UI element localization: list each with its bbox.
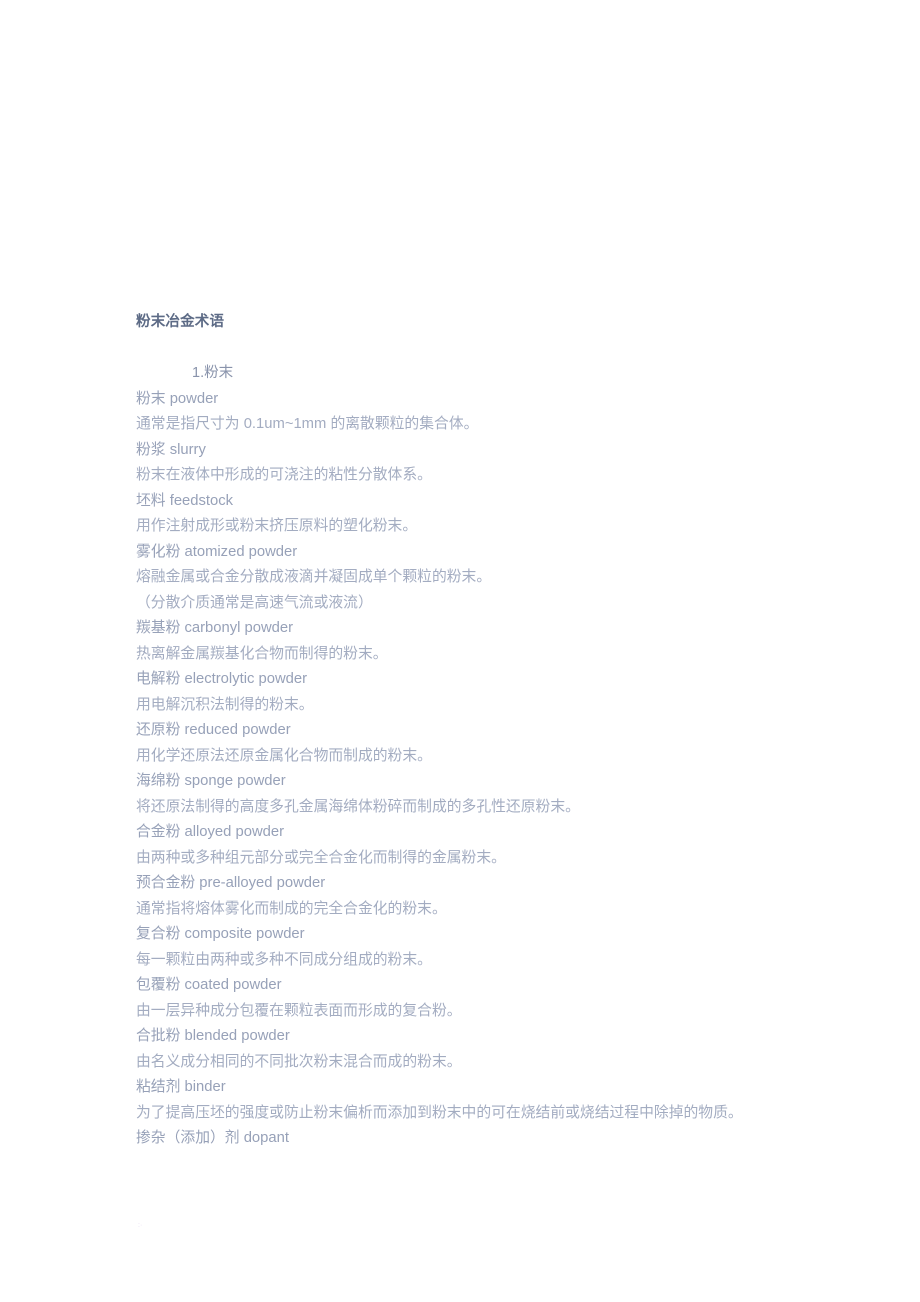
term-pre-alloyed-powder: 预合金粉 pre-alloyed powder xyxy=(136,875,326,891)
document-body: 粉末冶金术语 1.粉末 粉末 powder 通常是指尺寸为 0.1um~1mm … xyxy=(136,310,786,1152)
definition-atomized-powder: 熔融金属或合金分散成液滴并凝固成单个颗粒的粉末。 xyxy=(136,569,492,585)
term-reduced-powder: 还原粉 reduced powder xyxy=(136,722,291,738)
definition-feedstock: 用作注射成形或粉末挤压原料的塑化粉末。 xyxy=(136,518,418,534)
term-sponge-powder: 海绵粉 sponge powder xyxy=(136,773,286,789)
term-coated-powder: 包覆粉 coated powder xyxy=(136,977,282,993)
definition-pre-alloyed-powder: 通常指将熔体雾化而制成的完全合金化的粉末。 xyxy=(136,900,447,917)
term-binder: 粘结剂 binder xyxy=(136,1079,226,1095)
definition-alloyed-powder: 由两种或多种组元部分或完全合金化而制得的金属粉末。 xyxy=(136,849,506,866)
page-artifact-mark: :· xyxy=(138,1222,143,1229)
term-powder: 粉末 powder xyxy=(136,390,219,407)
definition-reduced-powder: 用化学还原法还原金属化合物而制成的粉末。 xyxy=(136,747,432,764)
definition-powder: 通常是指尺寸为 0.1um~1mm 的离散颗粒的集合体。 xyxy=(136,416,479,432)
definition-blended-powder: 由名义成分相同的不同批次粉末混合而成的粉末。 xyxy=(136,1053,462,1070)
term-carbonyl-powder: 羰基粉 carbonyl powder xyxy=(136,620,294,636)
section-heading-1: 1.粉末 xyxy=(192,365,234,381)
term-blended-powder: 合批粉 blended powder xyxy=(136,1028,290,1044)
term-composite-powder: 复合粉 composite powder xyxy=(136,926,305,942)
term-feedstock: 坯料 feedstock xyxy=(136,492,234,509)
definition-electrolytic-powder: 用电解沉积法制得的粉末。 xyxy=(136,696,314,713)
definition-slurry: 粉末在液体中形成的可浇注的粘性分散体系。 xyxy=(136,467,432,483)
definition-atomized-powder-note: （分散介质通常是高速气流或液流） xyxy=(136,594,373,611)
term-dopant: 掺杂（添加）剂 dopant xyxy=(136,1130,289,1146)
page-title: 粉末冶金术语 xyxy=(136,314,225,330)
definition-coated-powder: 由一层异种成分包覆在颗粒表面而形成的复合粉。 xyxy=(136,1002,462,1019)
term-atomized-powder: 雾化粉 atomized powder xyxy=(136,543,298,560)
definition-carbonyl-powder: 热离解金属羰基化合物而制得的粉末。 xyxy=(136,645,388,662)
definition-binder: 为了提高压坯的强度或防止粉末偏析而添加到粉末中的可在烧结前或烧结过程中除掉的物质… xyxy=(136,1104,743,1121)
document-page: 粉末冶金术语 1.粉末 粉末 powder 通常是指尺寸为 0.1um~1mm … xyxy=(0,0,920,1302)
term-electrolytic-powder: 电解粉 electrolytic powder xyxy=(136,671,308,687)
term-alloyed-powder: 合金粉 alloyed powder xyxy=(136,824,285,840)
definition-sponge-powder: 将还原法制得的高度多孔金属海绵体粉碎而制成的多孔性还原粉末。 xyxy=(136,798,580,815)
definition-composite-powder: 每一颗粒由两种或多种不同成分组成的粉末。 xyxy=(136,951,432,968)
term-slurry: 粉浆 slurry xyxy=(136,441,206,458)
title-spacer xyxy=(136,336,786,362)
